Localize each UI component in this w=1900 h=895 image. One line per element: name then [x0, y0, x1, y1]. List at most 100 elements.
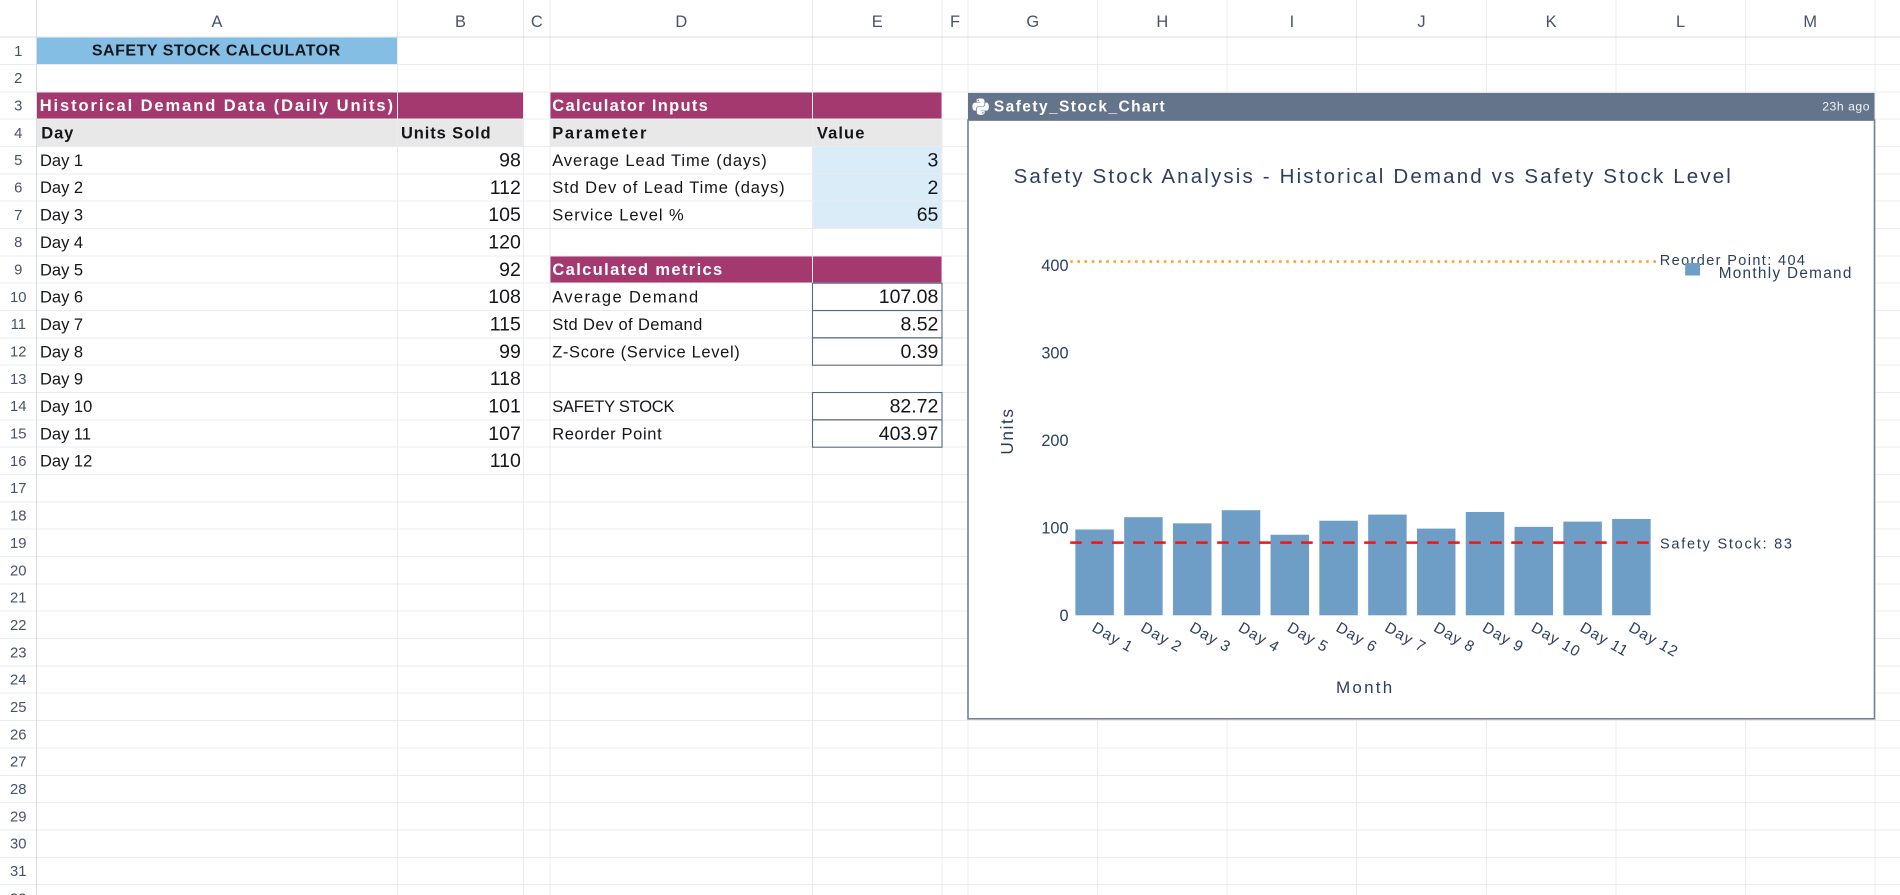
- svg-text:110: 110: [490, 450, 521, 472]
- svg-text:SAFETY STOCK CALCULATOR: SAFETY STOCK CALCULATOR: [92, 43, 341, 60]
- svg-text:G: G: [1026, 13, 1039, 31]
- svg-text:Std Dev of Lead Time (days): Std Dev of Lead Time (days): [552, 179, 785, 197]
- svg-text:L: L: [1676, 13, 1685, 31]
- svg-text:Z-Score (Service Level): Z-Score (Service Level): [552, 343, 740, 361]
- svg-text:Parameter: Parameter: [552, 124, 648, 142]
- svg-text:101: 101: [488, 396, 521, 418]
- svg-text:Safety_Stock_Chart: Safety_Stock_Chart: [994, 99, 1166, 116]
- svg-text:Units: Units: [997, 407, 1017, 454]
- svg-text:112: 112: [490, 177, 521, 199]
- svg-text:31: 31: [10, 864, 26, 880]
- svg-text:Day 11: Day 11: [40, 425, 91, 443]
- svg-text:Day 10: Day 10: [40, 398, 92, 416]
- svg-text:1: 1: [14, 44, 22, 60]
- svg-text:18: 18: [10, 509, 26, 525]
- svg-text:32: 32: [10, 891, 26, 895]
- svg-text:99: 99: [499, 341, 521, 363]
- svg-text:5: 5: [14, 153, 22, 169]
- svg-text:92: 92: [499, 259, 521, 281]
- svg-text:H: H: [1156, 13, 1168, 31]
- svg-text:65: 65: [917, 204, 939, 226]
- svg-text:0.39: 0.39: [900, 341, 938, 363]
- svg-text:22: 22: [10, 618, 26, 634]
- svg-text:23: 23: [10, 645, 26, 661]
- svg-text:Day 4: Day 4: [40, 234, 83, 252]
- svg-text:Safety Stock Analysis - Histor: Safety Stock Analysis - Historical Deman…: [1014, 165, 1733, 188]
- svg-text:F: F: [950, 13, 960, 31]
- svg-text:A: A: [212, 13, 223, 31]
- svg-text:Day 5: Day 5: [40, 261, 83, 279]
- svg-text:82.72: 82.72: [890, 396, 939, 418]
- svg-text:I: I: [1290, 13, 1295, 31]
- svg-text:30: 30: [10, 837, 26, 853]
- svg-text:D: D: [675, 13, 687, 31]
- svg-text:M: M: [1803, 13, 1817, 31]
- svg-text:6: 6: [14, 181, 22, 197]
- svg-text:Value: Value: [817, 124, 866, 142]
- svg-text:26: 26: [10, 727, 26, 743]
- svg-text:2: 2: [928, 177, 939, 199]
- svg-text:115: 115: [490, 314, 521, 336]
- svg-text:Month: Month: [1336, 678, 1394, 697]
- svg-text:9: 9: [14, 263, 22, 279]
- svg-text:Std Dev of Demand: Std Dev of Demand: [552, 316, 702, 334]
- svg-text:8: 8: [14, 235, 22, 251]
- svg-text:Day 3: Day 3: [40, 207, 83, 225]
- svg-text:20: 20: [10, 563, 26, 579]
- svg-text:13: 13: [10, 372, 26, 388]
- svg-text:Safety Stock: 83: Safety Stock: 83: [1660, 537, 1794, 553]
- svg-text:3: 3: [928, 150, 939, 172]
- svg-text:120: 120: [488, 232, 521, 254]
- svg-text:E: E: [872, 13, 883, 31]
- svg-text:Day: Day: [41, 124, 74, 142]
- svg-text:Day 6: Day 6: [40, 289, 83, 307]
- svg-text:8.52: 8.52: [900, 314, 938, 336]
- svg-text:24: 24: [10, 673, 26, 689]
- svg-text:Day 2: Day 2: [40, 179, 83, 197]
- svg-text:C: C: [531, 13, 543, 31]
- svg-text:Day 8: Day 8: [40, 343, 83, 361]
- svg-text:200: 200: [1041, 432, 1068, 450]
- svg-text:400: 400: [1041, 257, 1068, 275]
- svg-text:403.97: 403.97: [879, 423, 939, 445]
- svg-text:Monthly Demand: Monthly Demand: [1719, 265, 1853, 282]
- svg-text:SAFETY STOCK: SAFETY STOCK: [552, 398, 674, 416]
- svg-text:Calculated metrics: Calculated metrics: [552, 261, 723, 279]
- svg-text:105: 105: [488, 204, 521, 226]
- svg-text:Service Level %: Service Level %: [552, 207, 684, 225]
- svg-text:118: 118: [490, 368, 521, 390]
- svg-text:4: 4: [14, 126, 22, 142]
- svg-text:108: 108: [488, 286, 521, 308]
- svg-text:23h ago: 23h ago: [1822, 100, 1870, 114]
- svg-text:28: 28: [10, 782, 26, 798]
- svg-text:300: 300: [1041, 344, 1068, 362]
- svg-text:Day 12: Day 12: [40, 453, 92, 471]
- svg-text:29: 29: [10, 809, 26, 825]
- svg-text:Day 1: Day 1: [40, 152, 83, 170]
- svg-text:Average Demand: Average Demand: [552, 289, 699, 307]
- svg-text:25: 25: [10, 700, 26, 716]
- svg-text:Average Lead Time (days): Average Lead Time (days): [552, 152, 768, 170]
- svg-text:27: 27: [10, 755, 26, 771]
- svg-text:Historical Demand Data (Daily: Historical Demand Data (Daily Units): [40, 97, 395, 115]
- svg-text:107.08: 107.08: [879, 286, 939, 308]
- svg-text:98: 98: [499, 150, 521, 172]
- svg-text:7: 7: [14, 208, 22, 224]
- svg-text:0: 0: [1059, 607, 1068, 625]
- svg-text:10: 10: [10, 290, 26, 306]
- svg-text:12: 12: [10, 345, 26, 361]
- svg-text:2: 2: [14, 71, 22, 87]
- svg-text:100: 100: [1041, 520, 1068, 538]
- svg-text:J: J: [1417, 13, 1425, 31]
- svg-text:11: 11: [11, 317, 26, 333]
- svg-text:17: 17: [10, 481, 26, 497]
- svg-text:K: K: [1546, 13, 1557, 31]
- svg-text:19: 19: [10, 536, 26, 552]
- svg-text:Calculator Inputs: Calculator Inputs: [552, 97, 709, 115]
- svg-text:107: 107: [488, 423, 521, 445]
- svg-text:3: 3: [14, 99, 22, 115]
- svg-text:21: 21: [10, 591, 26, 607]
- svg-text:Day 7: Day 7: [40, 316, 83, 334]
- svg-text:16: 16: [10, 454, 26, 470]
- svg-text:Day 9: Day 9: [40, 371, 83, 389]
